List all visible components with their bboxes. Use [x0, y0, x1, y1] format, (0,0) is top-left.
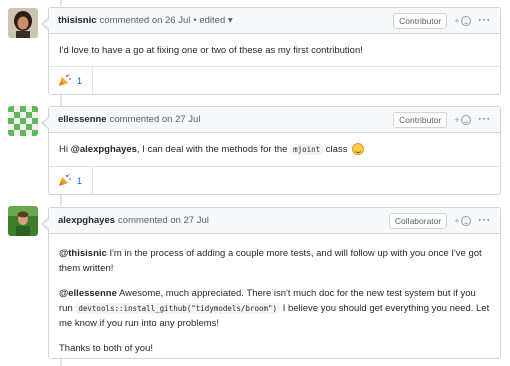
comment-author[interactable]: alexpghayes — [58, 215, 115, 226]
role-badge: Contributor — [393, 12, 448, 29]
more-options-button[interactable]: ··· — [479, 215, 492, 226]
role-badge: Collaborator — [388, 212, 448, 229]
reaction-count: 1 — [77, 175, 83, 186]
user-mention[interactable]: @thisisnic — [59, 248, 107, 259]
comment-header: alexpghayes commented on 27 Jul Collabor… — [49, 208, 500, 234]
add-reaction-button[interactable]: + — [454, 215, 471, 226]
comment-card: alexpghayes commented on 27 Jul Collabor… — [41, 207, 501, 359]
inline-code: devtools::install_github("tidymodels/bro… — [75, 303, 281, 314]
comment-timestamp[interactable]: commented on 27 Jul — [110, 114, 201, 125]
more-options-button[interactable]: ··· — [479, 15, 492, 26]
comment-body: @thisisnic I'm in the process of adding … — [49, 234, 500, 365]
text-segment: class — [323, 144, 348, 155]
comment-paragraph: @ellessenne Awesome, much appreciated. T… — [59, 286, 490, 331]
smiley-icon — [460, 215, 471, 226]
plus-label: + — [454, 114, 460, 125]
text-segment: I'm in the process of adding a couple mo… — [59, 248, 482, 274]
comment-body: Hi @alexpghayes, I can deal with the met… — [49, 133, 500, 166]
comment-header: thisisnic commented on 26 Jul • edited ▾… — [49, 8, 500, 34]
comment-author[interactable]: thisisnic — [58, 15, 97, 26]
avatar-ellessenne[interactable] — [8, 106, 38, 136]
reaction-count: 1 — [77, 75, 83, 86]
comment-text: I'd love to have a go at fixing one or t… — [59, 45, 363, 56]
avatar-alexpghayes[interactable] — [8, 206, 38, 236]
text-segment: , I can deal with the methods for the — [136, 144, 291, 155]
reactions-bar: 1 — [49, 166, 500, 194]
plus-label: + — [454, 215, 460, 226]
add-reaction-button[interactable]: + — [454, 114, 471, 125]
avatar-thisisnic[interactable] — [8, 8, 38, 38]
identicon-icon — [8, 106, 38, 136]
smile-emoji-icon — [352, 143, 365, 155]
avatar-photo-icon — [8, 206, 38, 236]
tada-icon — [59, 74, 71, 86]
comment-card: ellessenne commented on 27 Jul Contribut… — [41, 106, 501, 195]
comment-paragraph: @thisisnic I'm in the process of adding … — [59, 246, 490, 276]
reaction-tada[interactable]: 1 — [58, 67, 94, 94]
comment-header: ellessenne commented on 27 Jul Contribut… — [49, 107, 500, 133]
reactions-bar: 1 — [49, 66, 500, 94]
inline-code: mjoint — [290, 144, 324, 155]
smiley-icon — [460, 15, 471, 26]
reaction-tada[interactable]: 1 — [58, 167, 94, 194]
comment-card: thisisnic commented on 26 Jul • edited ▾… — [41, 7, 501, 95]
edited-dropdown[interactable]: • edited ▾ — [193, 15, 232, 26]
comment-text: Hi @alexpghayes, I can deal with the met… — [59, 142, 490, 157]
smiley-icon — [460, 114, 471, 125]
comment-timestamp[interactable]: commented on 27 Jul — [118, 215, 209, 226]
add-reaction-button[interactable]: + — [454, 15, 471, 26]
role-badge: Contributor — [393, 111, 448, 128]
text-segment: Hi — [59, 144, 71, 155]
user-mention[interactable]: @alexpghayes — [71, 144, 137, 155]
plus-label: + — [454, 15, 460, 26]
more-options-button[interactable]: ··· — [479, 114, 492, 125]
comment-timestamp[interactable]: commented on 26 Jul — [100, 15, 191, 26]
avatar-photo-icon — [8, 8, 38, 38]
comment-author[interactable]: ellessenne — [58, 114, 107, 125]
user-mention[interactable]: @ellessenne — [59, 288, 117, 299]
tada-icon — [59, 174, 71, 186]
comment-paragraph: Thanks to both of you! — [59, 343, 154, 354]
comment-body: I'd love to have a go at fixing one or t… — [49, 34, 500, 67]
